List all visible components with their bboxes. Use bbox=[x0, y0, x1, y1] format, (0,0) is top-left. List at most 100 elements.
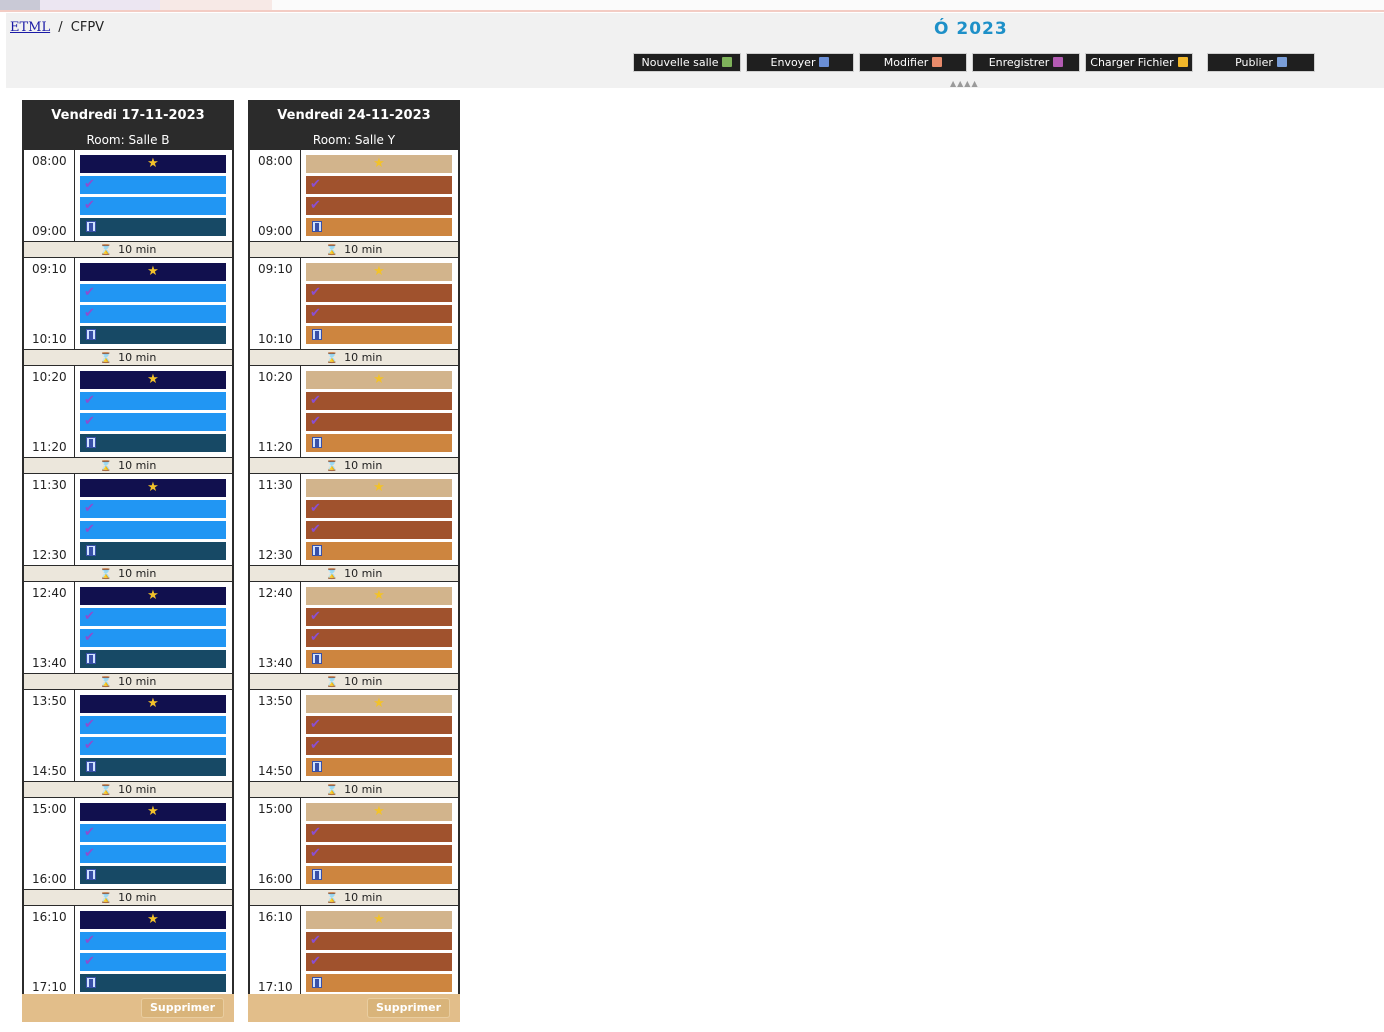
activity-bar-door[interactable] bbox=[306, 542, 452, 560]
activity-bar-check[interactable]: ✔ bbox=[306, 716, 452, 734]
activity-bar-star[interactable]: ★ bbox=[80, 371, 226, 389]
activity-bar-check[interactable]: ✔ bbox=[80, 716, 226, 734]
star-icon: ★ bbox=[373, 156, 385, 171]
activity-bar-check[interactable]: ✔ bbox=[80, 953, 226, 971]
pause-label: 10 min bbox=[344, 567, 383, 580]
activity-bar-check[interactable]: ✔ bbox=[80, 500, 226, 518]
load-file-button[interactable]: Charger Fichier bbox=[1086, 54, 1192, 71]
publish-button[interactable]: Publier bbox=[1208, 54, 1314, 71]
door-icon bbox=[312, 221, 322, 232]
activity-bar-check[interactable]: ✔ bbox=[306, 629, 452, 647]
time-slot[interactable]: 11:30 12:30 ★ ✔ ✔ bbox=[24, 474, 232, 566]
activity-bar-door[interactable] bbox=[80, 758, 226, 776]
collapse-toolbar-toggle[interactable]: ▲▲▲▲ bbox=[950, 79, 979, 88]
send-button[interactable]: Envoyer bbox=[747, 54, 853, 71]
time-slot[interactable]: 13:50 14:50 ★ ✔ ✔ bbox=[250, 690, 458, 782]
activity-bar-star[interactable]: ★ bbox=[80, 479, 226, 497]
delete-button[interactable]: Supprimer bbox=[366, 998, 450, 1018]
breadcrumb-link-etml[interactable]: ETML bbox=[10, 20, 50, 35]
activity-bar-check[interactable]: ✔ bbox=[80, 932, 226, 950]
activity-bar-star[interactable]: ★ bbox=[306, 263, 452, 281]
activity-bar-door[interactable] bbox=[306, 326, 452, 344]
activity-bar-check[interactable]: ✔ bbox=[80, 521, 226, 539]
time-slot[interactable]: 11:30 12:30 ★ ✔ ✔ bbox=[250, 474, 458, 566]
new-room-button[interactable]: Nouvelle salle bbox=[634, 54, 740, 71]
delete-button[interactable]: Supprimer bbox=[140, 998, 224, 1018]
time-slot[interactable]: 10:20 11:20 ★ ✔ ✔ bbox=[250, 366, 458, 458]
activity-bar-check[interactable]: ✔ bbox=[80, 629, 226, 647]
activity-bar-door[interactable] bbox=[80, 326, 226, 344]
activity-bar-check[interactable]: ✔ bbox=[80, 284, 226, 302]
activity-bar-star[interactable]: ★ bbox=[80, 263, 226, 281]
time-slot[interactable]: 15:00 16:00 ★ ✔ ✔ bbox=[24, 798, 232, 890]
activity-bar-check[interactable]: ✔ bbox=[306, 413, 452, 431]
activity-bar-door[interactable] bbox=[80, 542, 226, 560]
new-room-button-label: Nouvelle salle bbox=[641, 56, 719, 69]
time-slot[interactable]: 09:10 10:10 ★ ✔ ✔ bbox=[24, 258, 232, 350]
activity-bar-door[interactable] bbox=[80, 974, 226, 992]
activity-bar-check[interactable]: ✔ bbox=[306, 500, 452, 518]
activity-bar-check[interactable]: ✔ bbox=[306, 824, 452, 842]
check-icon: ✔ bbox=[84, 198, 95, 213]
activity-bar-star[interactable]: ★ bbox=[80, 155, 226, 173]
activity-bar-star[interactable]: ★ bbox=[80, 695, 226, 713]
activity-bar-star[interactable]: ★ bbox=[306, 803, 452, 821]
time-slot[interactable]: 16:10 17:10 ★ ✔ ✔ bbox=[24, 906, 232, 998]
activity-bar-star[interactable]: ★ bbox=[306, 371, 452, 389]
activity-bar-check[interactable]: ✔ bbox=[80, 176, 226, 194]
activity-bar-star[interactable]: ★ bbox=[80, 587, 226, 605]
activity-bar-check[interactable]: ✔ bbox=[306, 845, 452, 863]
save-button[interactable]: Enregistrer bbox=[973, 54, 1079, 71]
activity-bar-check[interactable]: ✔ bbox=[80, 305, 226, 323]
star-icon: ★ bbox=[147, 912, 159, 927]
activity-bar-check[interactable]: ✔ bbox=[306, 197, 452, 215]
activity-bar-check[interactable]: ✔ bbox=[306, 953, 452, 971]
edit-button[interactable]: Modifier bbox=[860, 54, 966, 71]
activity-bar-door[interactable] bbox=[306, 866, 452, 884]
activity-bar-door[interactable] bbox=[80, 434, 226, 452]
activity-bar-check[interactable]: ✔ bbox=[80, 197, 226, 215]
activity-bar-check[interactable]: ✔ bbox=[306, 284, 452, 302]
door-icon bbox=[86, 653, 96, 664]
activity-bar-star[interactable]: ★ bbox=[306, 479, 452, 497]
activity-bar-star[interactable]: ★ bbox=[306, 587, 452, 605]
time-slot[interactable]: 12:40 13:40 ★ ✔ ✔ bbox=[24, 582, 232, 674]
time-slot[interactable]: 08:00 09:00 ★ ✔ ✔ bbox=[24, 150, 232, 242]
activity-bar-star[interactable]: ★ bbox=[80, 911, 226, 929]
time-slot[interactable]: 09:10 10:10 ★ ✔ ✔ bbox=[250, 258, 458, 350]
activity-bar-check[interactable]: ✔ bbox=[306, 608, 452, 626]
time-slot[interactable]: 12:40 13:40 ★ ✔ ✔ bbox=[250, 582, 458, 674]
activity-bar-door[interactable] bbox=[306, 650, 452, 668]
activity-bar-check[interactable]: ✔ bbox=[80, 608, 226, 626]
activity-bar-door[interactable] bbox=[306, 758, 452, 776]
activity-bar-check[interactable]: ✔ bbox=[80, 824, 226, 842]
slot-end-time: 13:40 bbox=[258, 656, 293, 670]
activity-bar-door[interactable] bbox=[80, 218, 226, 236]
activity-bar-door[interactable] bbox=[80, 650, 226, 668]
activity-bar-check[interactable]: ✔ bbox=[306, 737, 452, 755]
check-icon: ✔ bbox=[310, 738, 321, 753]
time-slot[interactable]: 16:10 17:10 ★ ✔ ✔ bbox=[250, 906, 458, 998]
activity-bar-star[interactable]: ★ bbox=[306, 155, 452, 173]
activity-bar-star[interactable]: ★ bbox=[80, 803, 226, 821]
activity-bar-check[interactable]: ✔ bbox=[306, 176, 452, 194]
time-slot[interactable]: 15:00 16:00 ★ ✔ ✔ bbox=[250, 798, 458, 890]
activity-bar-door[interactable] bbox=[306, 218, 452, 236]
activity-bar-door[interactable] bbox=[306, 434, 452, 452]
activity-bar-check[interactable]: ✔ bbox=[80, 845, 226, 863]
activity-bar-door[interactable] bbox=[306, 974, 452, 992]
activity-bar-star[interactable]: ★ bbox=[306, 911, 452, 929]
activity-bar-check[interactable]: ✔ bbox=[306, 305, 452, 323]
activity-bar-check[interactable]: ✔ bbox=[306, 932, 452, 950]
slot-times: 11:30 12:30 bbox=[24, 474, 75, 565]
time-slot[interactable]: 13:50 14:50 ★ ✔ ✔ bbox=[24, 690, 232, 782]
time-slot[interactable]: 08:00 09:00 ★ ✔ ✔ bbox=[250, 150, 458, 242]
activity-bar-star[interactable]: ★ bbox=[306, 695, 452, 713]
activity-bar-check[interactable]: ✔ bbox=[80, 413, 226, 431]
activity-bar-check[interactable]: ✔ bbox=[80, 392, 226, 410]
activity-bar-check[interactable]: ✔ bbox=[80, 737, 226, 755]
activity-bar-door[interactable] bbox=[80, 866, 226, 884]
activity-bar-check[interactable]: ✔ bbox=[306, 521, 452, 539]
time-slot[interactable]: 10:20 11:20 ★ ✔ ✔ bbox=[24, 366, 232, 458]
activity-bar-check[interactable]: ✔ bbox=[306, 392, 452, 410]
